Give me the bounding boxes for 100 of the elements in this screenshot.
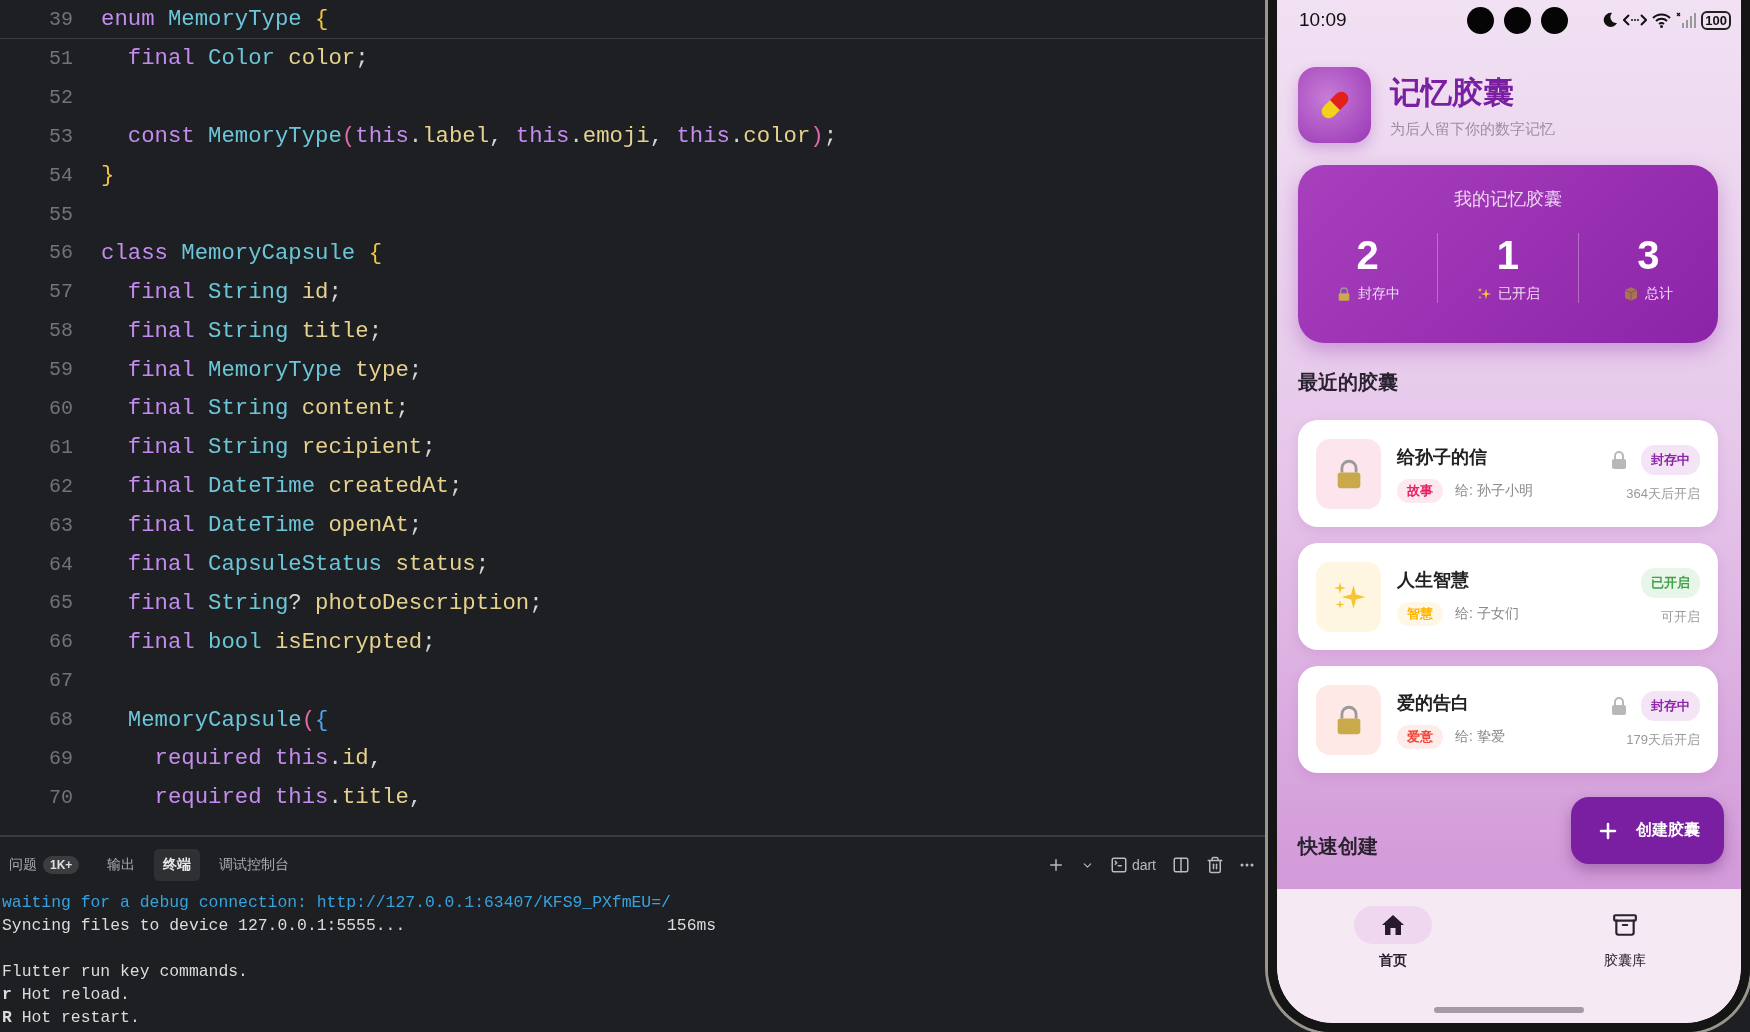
nav-item[interactable]: 胶囊库 <box>1565 905 1685 971</box>
line-number: 69 <box>48 746 73 770</box>
code-line: final String recipient; <box>126 434 436 461</box>
stat-label: 已开启 <box>1498 285 1540 303</box>
open-time: 可开启 <box>1661 607 1700 626</box>
section-title: 快速创建 <box>1298 834 1378 859</box>
line-number: 62 <box>48 474 73 498</box>
stat-label: 封存中 <box>1357 285 1400 303</box>
section-title: 最近的胶囊 <box>1298 370 1399 395</box>
line-number: 64 <box>48 552 73 576</box>
line-number: 53 <box>48 124 73 148</box>
panel-tab[interactable]: 输出 <box>98 849 145 881</box>
code-line: final String content; <box>126 395 409 422</box>
app-subtitle: 为后人留下你的数字记忆 <box>1390 119 1555 139</box>
create-capsule-button[interactable]: 创建胶囊 <box>1571 797 1724 864</box>
terminal-line: R Hot restart. <box>2 1008 140 1029</box>
line-number: 55 <box>48 202 73 226</box>
line-number: 57 <box>48 280 73 304</box>
line-number: 58 <box>48 319 73 343</box>
recipient-text: 给: 子女们 <box>1455 604 1519 623</box>
archive-icon <box>1612 912 1638 938</box>
category-tag: 爱意 <box>1397 724 1443 749</box>
line-number: 51 <box>48 46 73 70</box>
line-number: 54 <box>48 163 73 187</box>
camera-icon <box>1503 6 1531 34</box>
shell-button[interactable]: dart <box>1106 856 1159 874</box>
code-line: final String? photoDescription; <box>126 589 543 616</box>
terminal-line: waiting for a debug connection: http://127.0.0.1:63407/KFS9_PXfmEU=/ <box>2 893 671 914</box>
code-line: final bool isEncrypted; <box>126 628 436 655</box>
code-line: final MemoryType type; <box>126 356 423 383</box>
category-tag: 故事 <box>1397 478 1443 503</box>
nav-item[interactable]: 首页 <box>1333 905 1453 971</box>
code-line: required this.title, <box>153 784 423 811</box>
line-number: 68 <box>48 708 73 732</box>
capsule-title: 爱的告白 <box>1397 691 1470 715</box>
status-badge: 已开启 <box>1641 567 1700 598</box>
signal-icon <box>1676 12 1697 28</box>
panel-tab[interactable]: 终端 <box>154 849 201 881</box>
line-number: 59 <box>48 358 73 382</box>
lock-icon <box>1611 450 1627 469</box>
status-badge: 封存中 <box>1641 690 1700 721</box>
wifi-icon <box>1652 12 1672 28</box>
panel-tab[interactable]: 调试控制台 <box>210 849 299 881</box>
more-icon <box>1240 863 1254 867</box>
moon-icon <box>1602 12 1619 28</box>
duration-text: 156ms <box>667 916 718 937</box>
stat-value: 3 <box>1637 233 1660 277</box>
line-number: 52 <box>48 85 73 109</box>
code-line: final String title; <box>126 317 382 344</box>
line-number: 63 <box>48 513 73 537</box>
battery-level: 100 <box>1701 10 1731 30</box>
stat-value: 2 <box>1356 233 1379 277</box>
line-number: 39 <box>48 7 73 31</box>
terminal-line: Flutter run key commands. <box>2 962 248 983</box>
recipient-text: 给: 挚爱 <box>1455 727 1505 746</box>
status-badge: 封存中 <box>1641 444 1700 475</box>
line-number: 56 <box>48 241 73 265</box>
split-icon <box>1172 856 1190 874</box>
code-line: const MemoryType(this.label, this.emoji, this.color); <box>126 123 838 150</box>
code-icon <box>1623 13 1648 27</box>
capsule-card[interactable]: 给孙子的信 故事 给: 孙子小明 封存中 364天后开启 <box>1298 420 1718 527</box>
capsule-card[interactable]: 人生智慧 智慧 给: 子女们 已开启 可开启 <box>1298 543 1718 650</box>
line-number: 60 <box>48 396 73 420</box>
stat-label: 总计 <box>1645 285 1674 303</box>
trash-icon <box>1206 856 1224 874</box>
code-line: final DateTime openAt; <box>126 512 423 539</box>
code-line: enum MemoryType { <box>101 6 329 32</box>
code-line: final Color color; <box>126 45 369 72</box>
code-line: class MemoryCapsule { <box>101 239 382 266</box>
code-line: MemoryCapsule({ <box>126 706 329 733</box>
package-icon <box>1623 286 1640 302</box>
status-time: 10:09 <box>1299 9 1347 31</box>
category-tag: 智慧 <box>1397 601 1443 626</box>
app-title: 记忆胶囊 <box>1390 73 1515 112</box>
code-line: final CapsuleStatus status; <box>126 551 490 577</box>
panel-tab[interactable]: 问题 1K+ <box>0 849 89 881</box>
camera-icon <box>1466 6 1494 34</box>
home-icon <box>1381 914 1405 936</box>
line-number: 65 <box>48 591 73 615</box>
capsule-title: 给孙子的信 <box>1397 445 1488 469</box>
line-number: 67 <box>48 669 73 693</box>
code-line: final DateTime createdAt; <box>126 473 463 500</box>
count-badge: 1K+ <box>43 856 80 874</box>
code-line: final String id; <box>126 278 342 305</box>
stats-title: 我的记忆胶囊 <box>1454 188 1562 211</box>
camera-icon <box>1540 6 1568 34</box>
open-time: 364天后开启 <box>1626 484 1700 503</box>
code-line: } <box>101 162 115 189</box>
terminal-icon <box>1109 856 1128 874</box>
capsule-card[interactable]: 爱的告白 爱意 给: 挚爱 封存中 179天后开启 <box>1298 666 1718 773</box>
capsule-title: 人生智慧 <box>1397 568 1470 592</box>
lock-icon <box>1611 696 1627 715</box>
terminal-line: r Hot reload. <box>2 985 130 1006</box>
line-number: 66 <box>48 630 73 654</box>
stat-value: 1 <box>1496 233 1520 277</box>
terminal-line: Syncing files to device 127.0.0.1:5555... <box>2 916 406 937</box>
recipient-text: 给: 孙子小明 <box>1455 481 1533 500</box>
open-time: 179天后开启 <box>1626 730 1700 749</box>
line-number: 70 <box>48 785 73 809</box>
line-number: 61 <box>48 435 73 459</box>
